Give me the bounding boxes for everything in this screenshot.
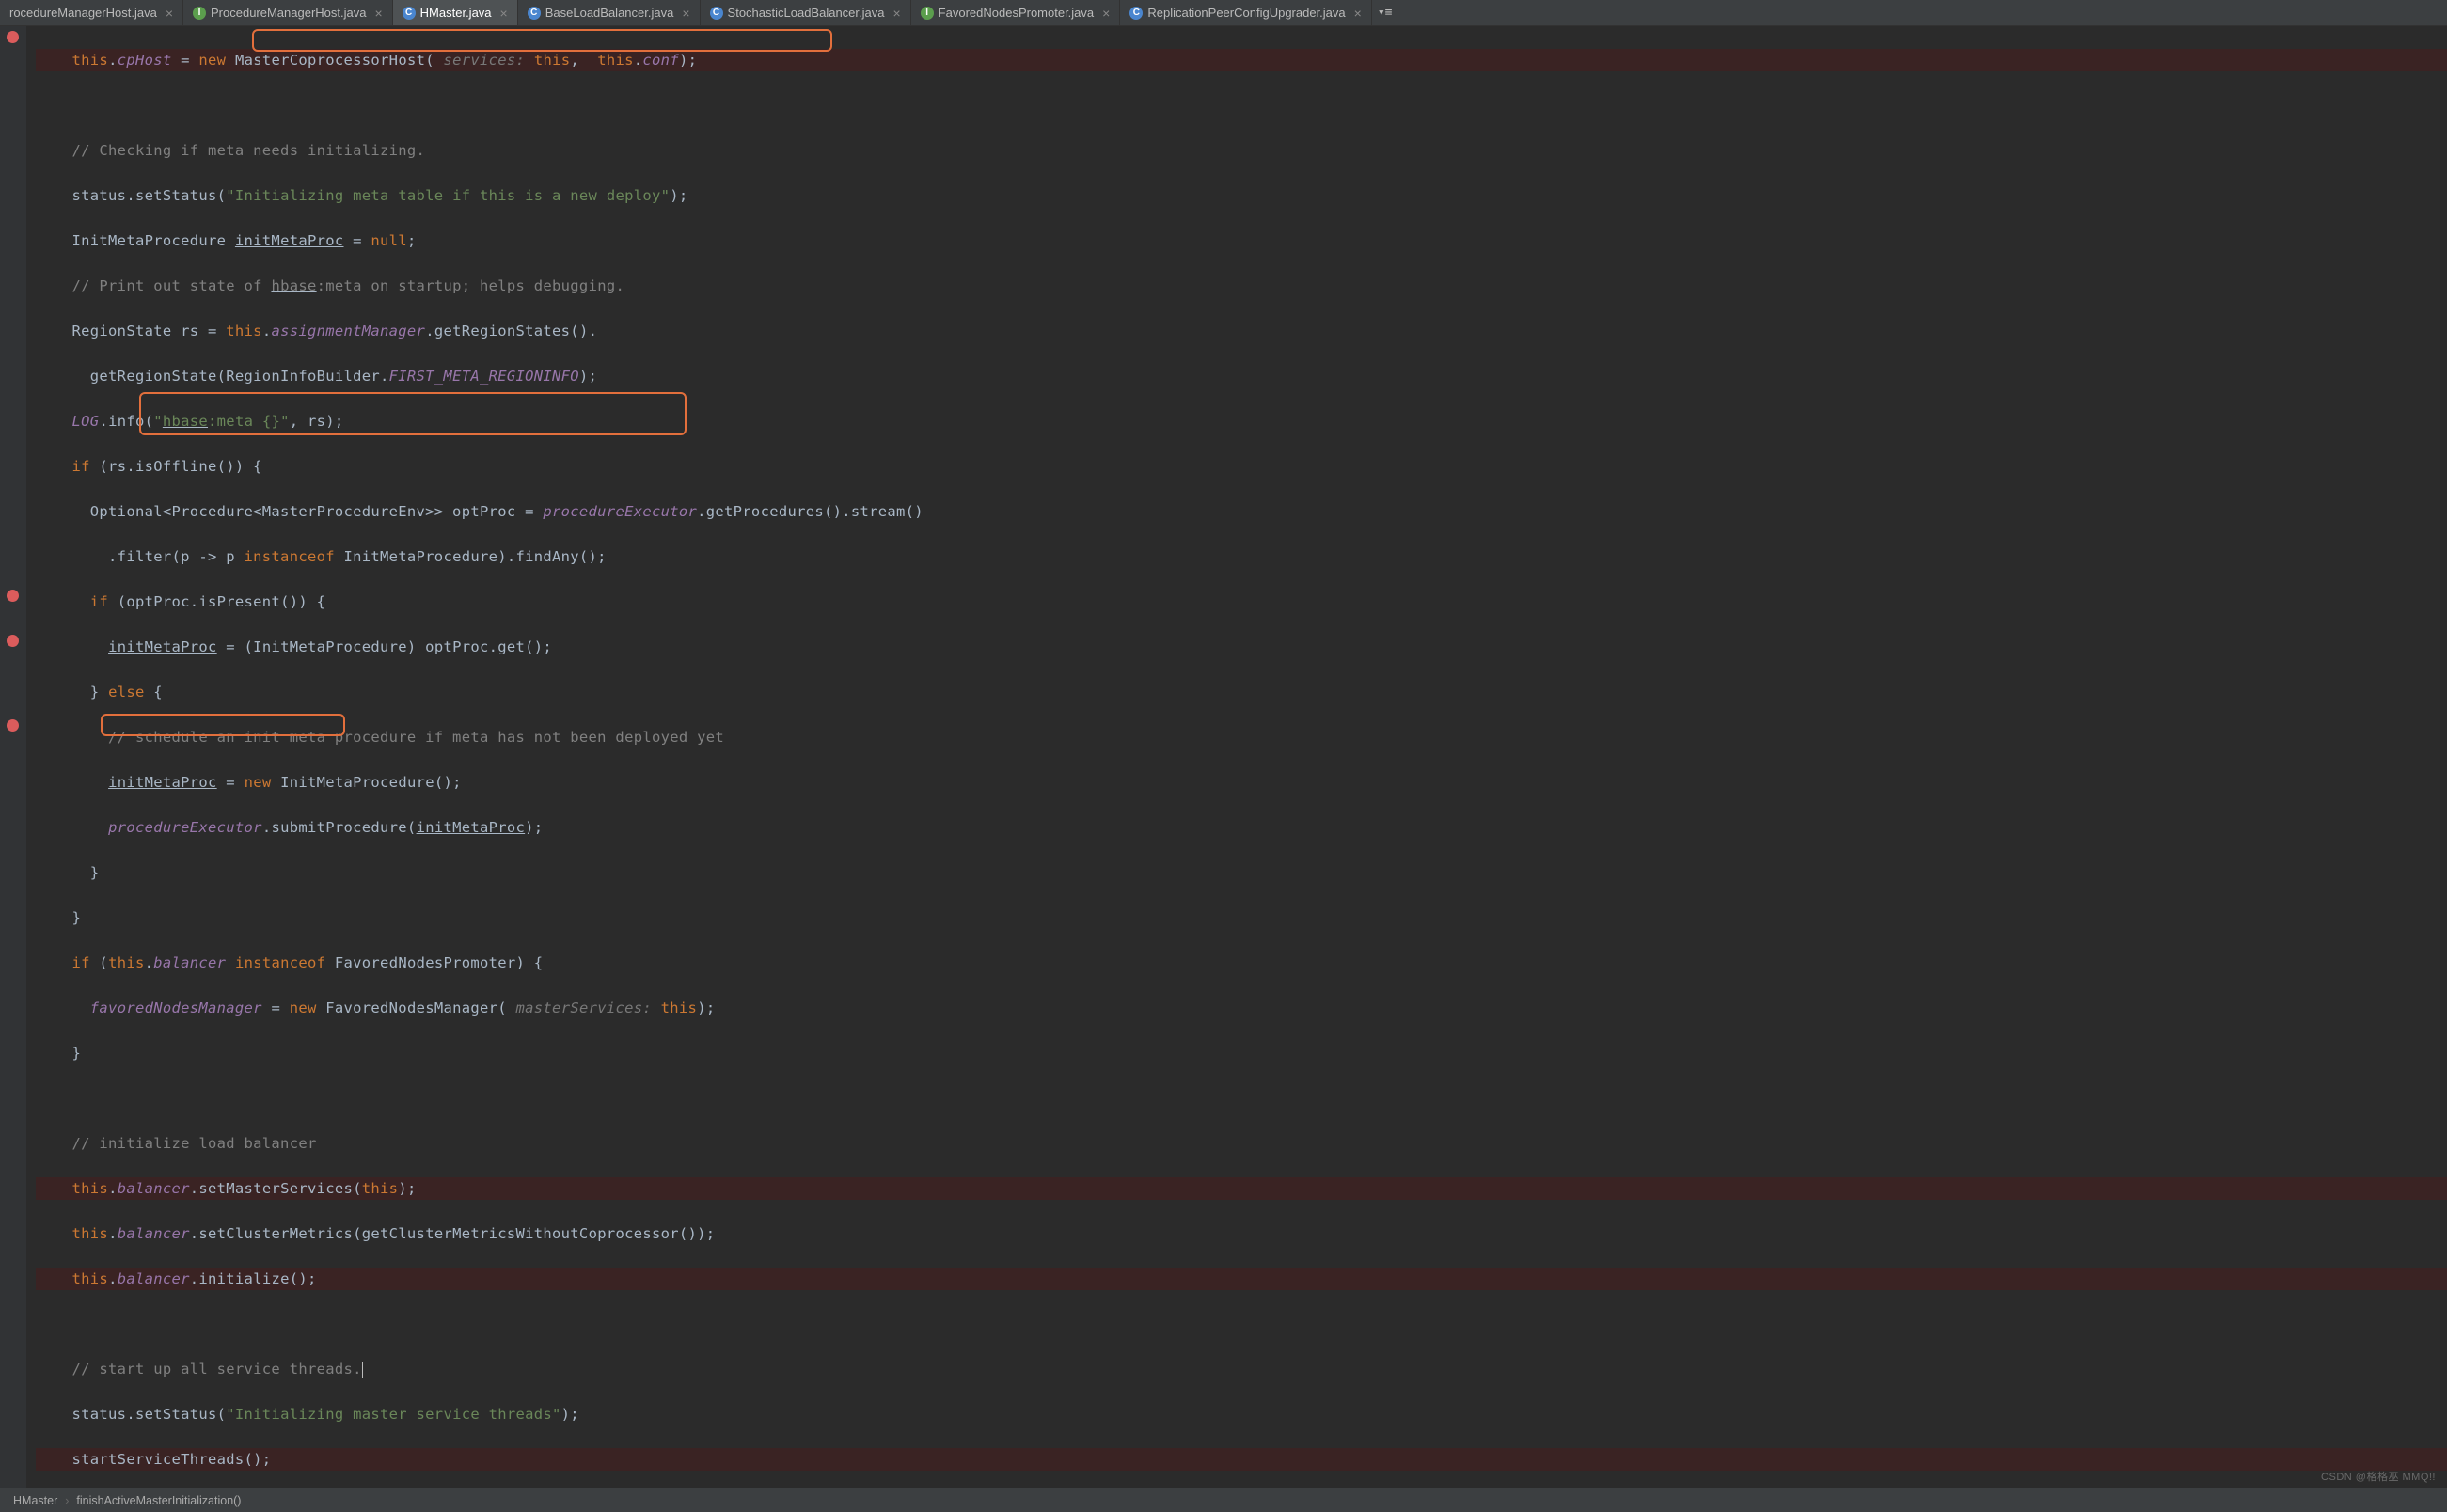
close-icon[interactable]: ×: [1102, 6, 1110, 21]
breakpoint-icon[interactable]: [7, 31, 19, 43]
close-icon[interactable]: ×: [500, 6, 508, 21]
editor-tabs: rocedureManagerHost.java × I ProcedureMana…: [0, 0, 2447, 26]
tab-5[interactable]: I FavoredNodesPromoter.java ×: [911, 0, 1121, 25]
gutter[interactable]: [0, 26, 26, 1488]
interface-icon: I: [193, 7, 206, 20]
close-icon[interactable]: ×: [166, 6, 173, 21]
breakpoint-icon[interactable]: [7, 590, 19, 602]
breadcrumb: HMaster › finishActiveMasterInitializati…: [0, 1488, 2447, 1512]
tab-label: StochasticLoadBalancer.java: [728, 6, 885, 20]
tab-label: rocedureManagerHost.java: [9, 6, 157, 20]
tab-6[interactable]: C ReplicationPeerConfigUpgrader.java ×: [1120, 0, 1371, 25]
tab-3[interactable]: C BaseLoadBalancer.java ×: [518, 0, 701, 25]
tab-1[interactable]: I ProcedureManagerHost.java ×: [183, 0, 393, 25]
tab-2[interactable]: C HMaster.java ×: [393, 0, 518, 25]
tab-label: BaseLoadBalancer.java: [545, 6, 674, 20]
interface-icon: I: [921, 7, 934, 20]
tab-label: HMaster.java: [420, 6, 492, 20]
class-icon: C: [528, 7, 541, 20]
close-icon[interactable]: ×: [892, 6, 900, 21]
chevron-right-icon: ›: [65, 1494, 69, 1507]
breakpoint-icon[interactable]: [7, 719, 19, 732]
close-icon[interactable]: ×: [374, 6, 382, 21]
close-icon[interactable]: ×: [1354, 6, 1362, 21]
text-cursor: [362, 1362, 363, 1378]
tab-label: ProcedureManagerHost.java: [211, 6, 366, 20]
code-editor[interactable]: this.cpHost = new MasterCoprocessorHost(…: [26, 26, 2447, 1488]
watermark: CSDN @格格巫 MMQ!!: [2321, 1469, 2436, 1484]
tab-label: ReplicationPeerConfigUpgrader.java: [1147, 6, 1345, 20]
breakpoint-icon[interactable]: [7, 635, 19, 647]
breadcrumb-method[interactable]: finishActiveMasterInitialization(): [76, 1494, 241, 1507]
tab-label: FavoredNodesPromoter.java: [939, 6, 1094, 20]
close-icon[interactable]: ×: [682, 6, 689, 21]
tab-0[interactable]: rocedureManagerHost.java ×: [0, 0, 183, 25]
class-icon: C: [403, 7, 416, 20]
ide-window: rocedureManagerHost.java × I ProcedureMana…: [0, 0, 2447, 1512]
class-icon: C: [710, 7, 723, 20]
editor-area: this.cpHost = new MasterCoprocessorHost(…: [0, 26, 2447, 1488]
class-icon: C: [1129, 7, 1143, 20]
tab-4[interactable]: C StochasticLoadBalancer.java ×: [701, 0, 911, 25]
tab-overflow-icon[interactable]: ▾≡: [1372, 0, 1398, 25]
breadcrumb-class[interactable]: HMaster: [13, 1494, 57, 1507]
